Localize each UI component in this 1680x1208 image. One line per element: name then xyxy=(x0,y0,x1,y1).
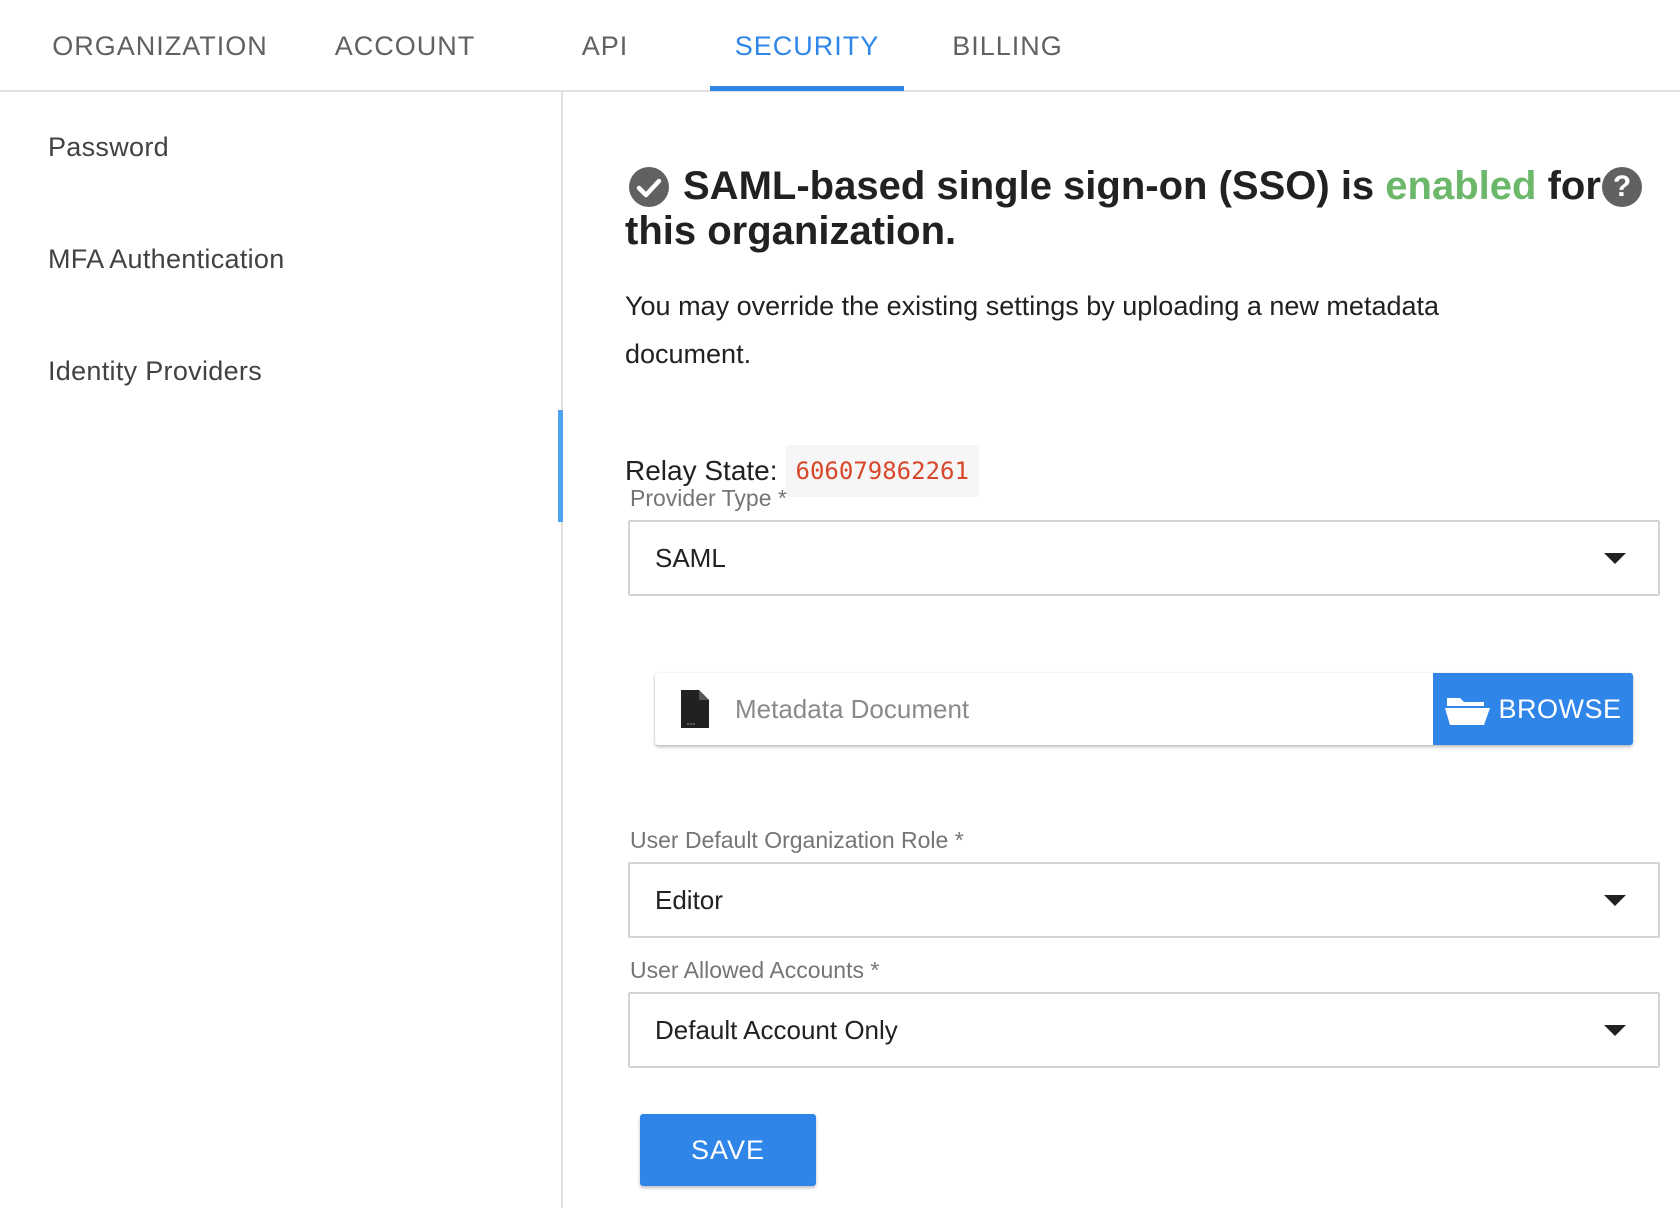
caret-down-icon xyxy=(1604,553,1626,564)
allowed-accounts-select[interactable]: Default Account Only xyxy=(628,992,1660,1068)
sidebar-item-password[interactable]: Password xyxy=(48,132,169,163)
sso-enabled-status: enabled xyxy=(1385,164,1537,208)
allowed-accounts-label: User Allowed Accounts * xyxy=(630,957,880,983)
heading-text-part1: SAML-based single sign-on (SSO) is xyxy=(683,164,1375,208)
caret-down-icon xyxy=(1604,1025,1626,1036)
identity-providers-panel: SAML-based single sign-on (SSO) is enabl… xyxy=(563,92,1680,1208)
file-icon xyxy=(681,690,709,733)
top-tab-bar: ORGANIZATION ACCOUNT API SECURITY BILLIN… xyxy=(0,0,1680,92)
security-sidebar: Password MFA Authentication Identity Pro… xyxy=(0,92,563,1208)
check-circle-icon xyxy=(629,167,669,207)
browse-button-label: BROWSE xyxy=(1498,693,1622,724)
folder-open-icon xyxy=(1445,698,1491,725)
tab-billing[interactable]: BILLING xyxy=(940,0,1075,92)
tab-security[interactable]: SECURITY xyxy=(710,0,904,92)
metadata-upload-field[interactable]: Metadata Document BROWSE xyxy=(655,673,1633,745)
relay-state-label: Relay State: xyxy=(625,455,778,486)
sidebar-item-mfa-authentication[interactable]: MFA Authentication xyxy=(48,244,285,275)
provider-type-label: Provider Type * xyxy=(630,485,787,511)
sidebar-item-identity-providers[interactable]: Identity Providers xyxy=(48,356,262,387)
default-role-select[interactable]: Editor xyxy=(628,862,1660,938)
tab-organization[interactable]: ORGANIZATION xyxy=(40,0,280,92)
default-role-value: Editor xyxy=(655,884,723,915)
override-description: You may override the existing settings b… xyxy=(625,291,1440,369)
caret-down-icon xyxy=(1604,895,1626,906)
save-button[interactable]: SAVE xyxy=(640,1114,816,1186)
browse-button[interactable]: BROWSE xyxy=(1433,673,1633,745)
provider-type-select[interactable]: SAML xyxy=(628,520,1660,596)
default-role-label: User Default Organization Role * xyxy=(630,827,964,853)
provider-type-value: SAML xyxy=(655,542,726,573)
tab-account[interactable]: ACCOUNT xyxy=(320,0,490,92)
relay-state-value: 606079862261 xyxy=(785,445,979,497)
help-icon[interactable]: ? xyxy=(1602,167,1642,207)
metadata-document-placeholder: Metadata Document xyxy=(735,694,970,724)
active-tab-indicator xyxy=(710,86,904,91)
tab-api[interactable]: API xyxy=(560,0,650,92)
allowed-accounts-value: Default Account Only xyxy=(655,1014,898,1045)
sso-status-heading: SAML-based single sign-on (SSO) is enabl… xyxy=(625,164,1625,254)
